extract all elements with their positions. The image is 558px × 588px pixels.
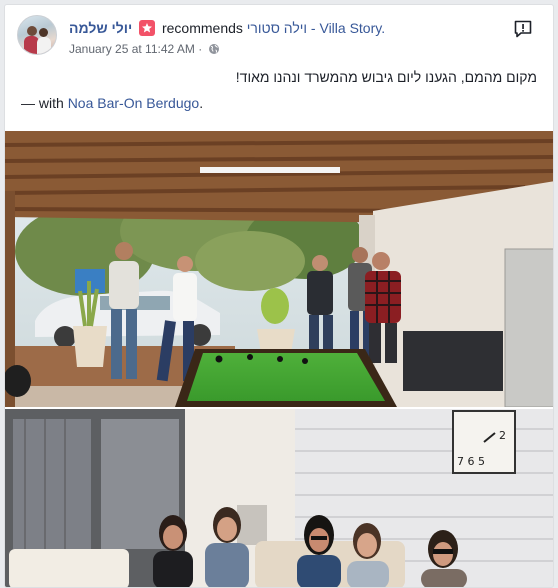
women-on-sofa-photo[interactable]: 7 6 5 2: [5, 409, 553, 587]
post-meta: January 25 at 11:42 AM ·: [69, 41, 220, 59]
post-title-line: יולי שלמה recommends וילה סטורי - Villa …: [69, 19, 385, 37]
author-name-link[interactable]: יולי שלמה: [69, 20, 132, 36]
post-body-text: מקום מהמם, הגענו ליום גיבוש מהמשרד ונהנו…: [235, 69, 537, 85]
post-card: יולי שלמה recommends וילה סטורי - Villa …: [4, 4, 554, 588]
patio-pool-table-photo[interactable]: [5, 131, 553, 407]
svg-text:2: 2: [499, 429, 506, 442]
tagged-friend-link[interactable]: Noa Bar-On Berdugo: [68, 95, 200, 111]
globe-icon[interactable]: [208, 43, 220, 59]
tagged-suffix: .: [199, 95, 204, 111]
post-timestamp[interactable]: January 25 at 11:42 AM: [69, 42, 195, 56]
page-name-link[interactable]: וילה סטורי - Villa Story.: [247, 20, 385, 36]
exclamation-bubble-icon: [514, 20, 532, 38]
with-prefix: — with: [21, 95, 64, 111]
tagged-with-line: — with Noa Bar-On Berdugo.: [21, 93, 203, 113]
meta-separator: ·: [198, 42, 203, 56]
post-header: יולי שלמה recommends וילה סטורי - Villa …: [17, 15, 541, 61]
report-button[interactable]: [513, 19, 533, 39]
author-avatar[interactable]: [17, 15, 57, 55]
star-badge-icon: [139, 20, 156, 36]
svg-text:7 6 5: 7 6 5: [457, 455, 485, 468]
action-text: recommends: [161, 20, 243, 36]
